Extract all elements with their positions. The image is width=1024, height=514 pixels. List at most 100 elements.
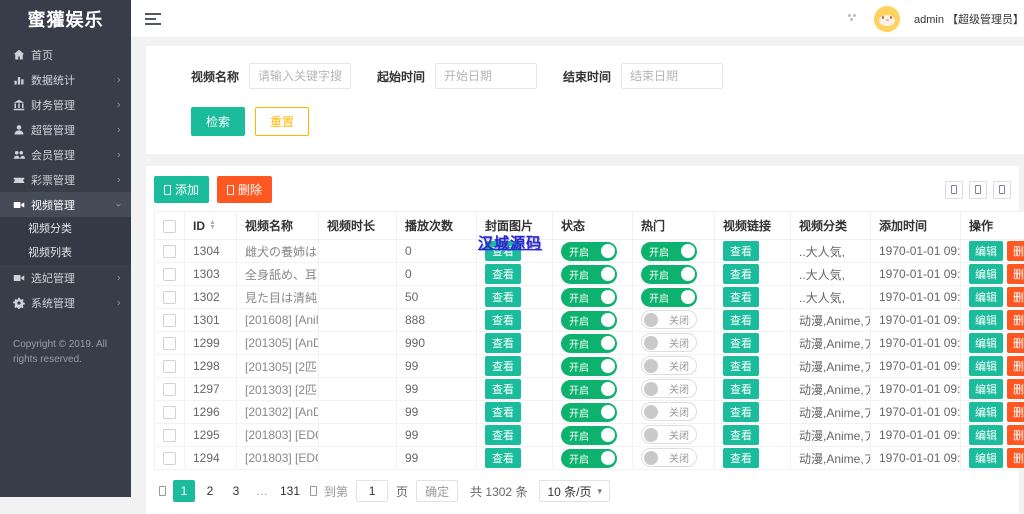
sort-icon[interactable]: ▲▼	[209, 221, 216, 231]
toggle-on[interactable]: 开启	[641, 265, 697, 284]
cover-view-button[interactable]: 查看	[485, 425, 521, 445]
edit-button[interactable]: 编辑	[969, 379, 1003, 399]
cover-view-button[interactable]: 查看	[485, 287, 521, 307]
toggle-on[interactable]: 开启	[561, 380, 617, 399]
edit-button[interactable]: 编辑	[969, 333, 1003, 353]
link-view-button[interactable]: 查看	[723, 264, 759, 284]
edit-button[interactable]: 编辑	[969, 356, 1003, 376]
row-delete-button[interactable]: 删除	[1007, 448, 1024, 468]
row-delete-button[interactable]: 删除	[1007, 333, 1024, 353]
link-view-button[interactable]: 查看	[723, 402, 759, 422]
toggle-off[interactable]: 关闭	[641, 310, 697, 329]
toggle-on[interactable]: 开启	[561, 357, 617, 376]
toggle-on[interactable]: 开启	[561, 311, 617, 330]
table-print-icon[interactable]	[993, 181, 1011, 199]
goto-page-input[interactable]	[356, 480, 388, 502]
row-delete-button[interactable]: 删除	[1007, 379, 1024, 399]
link-view-button[interactable]: 查看	[723, 241, 759, 261]
row-delete-button[interactable]: 删除	[1007, 241, 1024, 261]
link-view-button[interactable]: 查看	[723, 425, 759, 445]
add-button[interactable]: 添加	[154, 176, 209, 203]
link-view-button[interactable]: 查看	[723, 310, 759, 330]
sidebar-item-数据统计[interactable]: 数据统计 ›	[0, 67, 131, 92]
edit-button[interactable]: 编辑	[969, 310, 1003, 330]
link-view-button[interactable]: 查看	[723, 333, 759, 353]
toggle-on[interactable]: 开启	[561, 449, 617, 468]
video-name-input[interactable]	[249, 63, 351, 89]
toggle-on[interactable]: 开启	[561, 403, 617, 422]
row-delete-button[interactable]: 删除	[1007, 310, 1024, 330]
sidebar-item-会员管理[interactable]: 会员管理 ›	[0, 142, 131, 167]
toggle-on[interactable]: 开启	[561, 242, 617, 261]
cover-view-button[interactable]: 查看	[485, 264, 521, 284]
page-number-2[interactable]: 2	[199, 480, 221, 502]
select-all-checkbox[interactable]	[163, 220, 176, 233]
row-checkbox[interactable]	[163, 360, 176, 373]
sidebar-item-系统管理[interactable]: 系统管理 ›	[0, 290, 131, 315]
sidebar-item-彩票管理[interactable]: 彩票管理 ›	[0, 167, 131, 192]
next-page-icon[interactable]	[307, 486, 320, 496]
link-view-button[interactable]: 查看	[723, 287, 759, 307]
edit-button[interactable]: 编辑	[969, 287, 1003, 307]
link-view-button[interactable]: 查看	[723, 448, 759, 468]
start-date-input[interactable]	[435, 63, 537, 89]
cover-view-button[interactable]: 查看	[485, 402, 521, 422]
row-delete-button[interactable]: 删除	[1007, 264, 1024, 284]
sidebar-item-财务管理[interactable]: 财务管理 ›	[0, 92, 131, 117]
row-checkbox[interactable]	[163, 291, 176, 304]
delete-button[interactable]: 删除	[217, 176, 272, 203]
per-page-select[interactable]: 10 条/页 ▾	[539, 480, 610, 502]
prev-page-icon[interactable]	[156, 486, 169, 496]
page-number-3[interactable]: 3	[225, 480, 247, 502]
goto-confirm-button[interactable]: 确定	[416, 480, 458, 502]
toggle-on[interactable]: 开启	[641, 242, 697, 261]
toggle-on[interactable]: 开启	[641, 288, 697, 307]
table-export-icon[interactable]	[969, 181, 987, 199]
sidebar-subitem-视频分类[interactable]: 视频分类	[0, 217, 131, 241]
toggle-off[interactable]: 关闭	[641, 448, 697, 467]
link-view-button[interactable]: 查看	[723, 379, 759, 399]
edit-button[interactable]: 编辑	[969, 241, 1003, 261]
toggle-off[interactable]: 关闭	[641, 333, 697, 352]
row-checkbox[interactable]	[163, 429, 176, 442]
page-number-1[interactable]: 1	[173, 480, 195, 502]
toggle-off[interactable]: 关闭	[641, 379, 697, 398]
edit-button[interactable]: 编辑	[969, 264, 1003, 284]
edit-button[interactable]: 编辑	[969, 425, 1003, 445]
theme-palette-icon[interactable]	[845, 11, 860, 26]
row-checkbox[interactable]	[163, 337, 176, 350]
sidebar-item-视频管理[interactable]: 视频管理 ›	[0, 192, 131, 217]
avatar[interactable]	[874, 6, 900, 32]
toggle-on[interactable]: 开启	[561, 426, 617, 445]
sidebar-item-选妃管理[interactable]: 选妃管理 ›	[0, 265, 131, 290]
toggle-off[interactable]: 关闭	[641, 356, 697, 375]
row-delete-button[interactable]: 删除	[1007, 402, 1024, 422]
cover-view-button[interactable]: 查看	[485, 379, 521, 399]
row-checkbox[interactable]	[163, 406, 176, 419]
menu-toggle-icon[interactable]	[145, 10, 161, 28]
sidebar-item-首页[interactable]: 首页	[0, 42, 131, 67]
col-header[interactable]: ID▲▼	[185, 212, 237, 240]
row-checkbox[interactable]	[163, 452, 176, 465]
end-date-input[interactable]	[621, 63, 723, 89]
row-checkbox[interactable]	[163, 268, 176, 281]
cover-view-button[interactable]: 查看	[485, 356, 521, 376]
row-checkbox[interactable]	[163, 314, 176, 327]
row-checkbox[interactable]	[163, 245, 176, 258]
row-delete-button[interactable]: 删除	[1007, 287, 1024, 307]
edit-button[interactable]: 编辑	[969, 448, 1003, 468]
sidebar-item-超管管理[interactable]: 超管管理 ›	[0, 117, 131, 142]
row-checkbox[interactable]	[163, 383, 176, 396]
table-filter-icon[interactable]	[945, 181, 963, 199]
admin-username[interactable]: admin 【超级管理员】	[914, 11, 1024, 27]
page-number-131[interactable]: 131	[277, 480, 303, 502]
toggle-off[interactable]: 关闭	[641, 402, 697, 421]
toggle-on[interactable]: 开启	[561, 288, 617, 307]
sidebar-subitem-视频列表[interactable]: 视频列表	[0, 241, 131, 265]
cover-view-button[interactable]: 查看	[485, 310, 521, 330]
edit-button[interactable]: 编辑	[969, 402, 1003, 422]
row-delete-button[interactable]: 删除	[1007, 425, 1024, 445]
link-view-button[interactable]: 查看	[723, 356, 759, 376]
search-button[interactable]: 检索	[191, 107, 245, 136]
row-delete-button[interactable]: 删除	[1007, 356, 1024, 376]
